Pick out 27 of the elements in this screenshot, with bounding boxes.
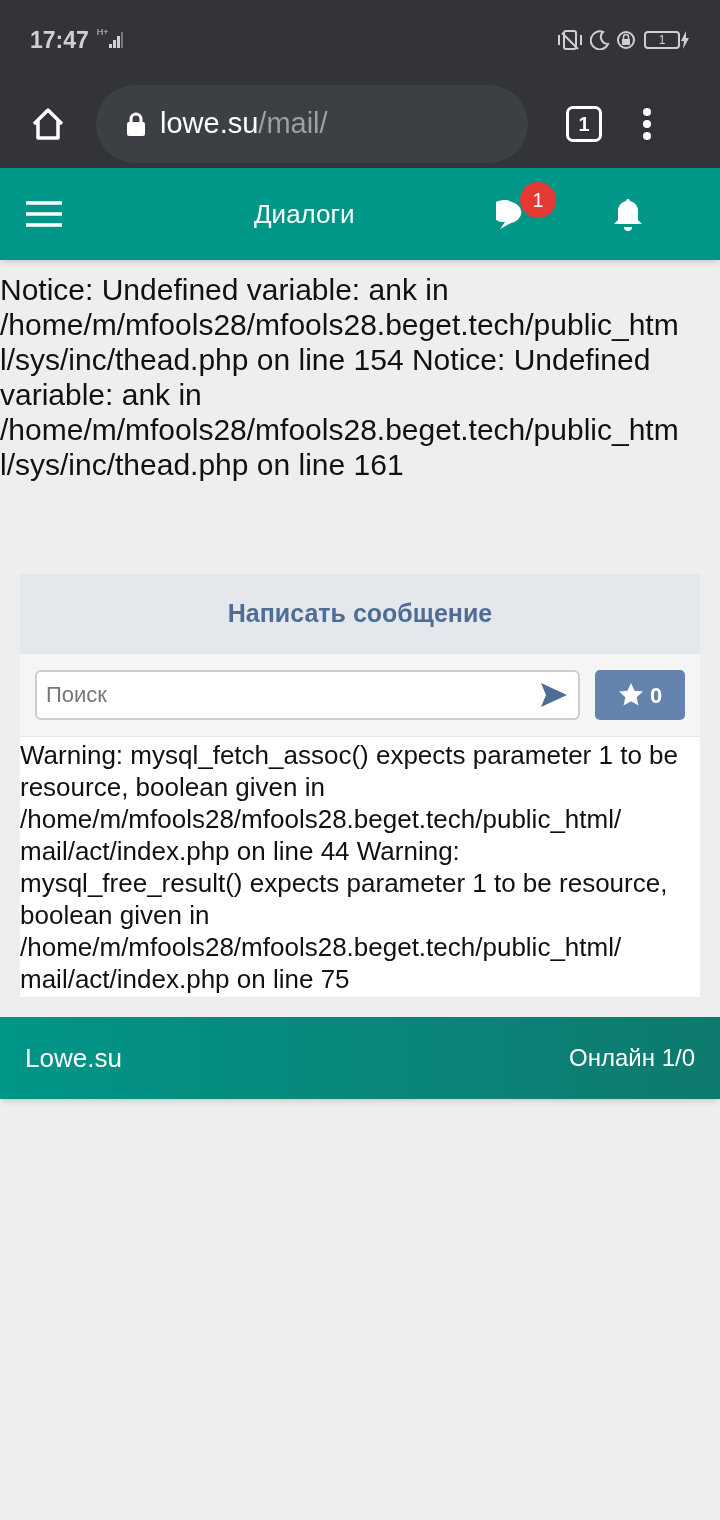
- address-bar[interactable]: lowe.su/mail/: [96, 85, 528, 163]
- warning-text: Warning: mysql_fetch_assoc() expects parameter 1 to be resource, boolean given in /home/m/mfools28/mfools28.beget.tech/public_html/ mail/act/index.php on line 44 Warning: mysql_free_result() expects parameter 1 to be resource, boolean given in /home/m/mfools28/mfools28.beget.tech/public_html/ mail/act/index.php on line 75: [20, 736, 700, 997]
- vibrate-icon: [556, 29, 584, 51]
- menu-icon[interactable]: [26, 201, 62, 227]
- bell-icon[interactable]: [612, 197, 644, 231]
- home-icon[interactable]: [30, 106, 66, 142]
- status-time: 17:47: [30, 25, 89, 55]
- tab-count-button[interactable]: 1: [566, 106, 602, 142]
- network-type: H+: [96, 26, 109, 40]
- charging-icon: [680, 31, 690, 49]
- notification-badge: 1: [520, 182, 556, 218]
- favorites-button[interactable]: 0: [595, 670, 685, 720]
- notice-text: Notice: Undefined variable: ank in /home/m/mfools28/mfools28.beget.tech/public_htm l/sys/inc/thead.php on line 154 Notice: Undefined variable: ank in /home/m/mfools28/mfools28.beget.tech/public_htm l/sys/inc/thead.php on line 161: [0, 272, 680, 482]
- search-field[interactable]: Поиск: [35, 670, 580, 720]
- compose-message-button[interactable]: Написать сообщение: [20, 574, 700, 654]
- star-icon: [617, 682, 644, 708]
- page-title: Диалоги: [254, 197, 356, 231]
- battery-indicator: 1: [644, 31, 680, 49]
- send-icon[interactable]: [540, 681, 568, 709]
- signal-icon: [108, 32, 123, 48]
- url-text: lowe.su/mail/: [160, 106, 328, 142]
- site-name-link[interactable]: Lowe.su: [25, 1038, 122, 1078]
- more-options-icon[interactable]: [642, 107, 652, 141]
- lock-icon: [126, 112, 146, 136]
- rotation-lock-icon: [616, 30, 636, 50]
- online-count: Онлайн 1/0: [569, 1043, 695, 1073]
- moon-icon: [590, 30, 610, 50]
